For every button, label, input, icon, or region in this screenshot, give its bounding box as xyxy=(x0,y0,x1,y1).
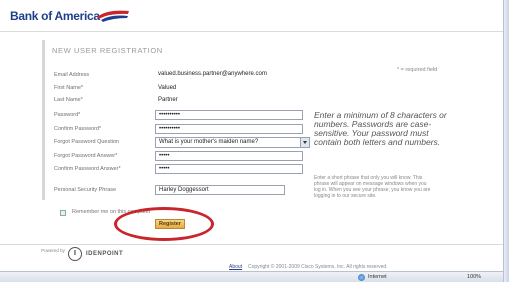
email-label: Email Address xyxy=(54,72,90,78)
password-label: Password* xyxy=(54,112,81,118)
confirm-answer-label: Confirm Password Answer* xyxy=(54,166,121,172)
globe-icon xyxy=(358,274,365,281)
browser-window: Bank of America NEW USER REGISTRATION * … xyxy=(0,0,509,282)
security-phrase-hint: Enter a short phrase that only you will … xyxy=(314,175,431,199)
confirm-answer-field[interactable]: ••••• xyxy=(155,164,303,174)
section-divider xyxy=(42,40,45,200)
footer-divider xyxy=(0,244,503,245)
security-phrase-field[interactable]: Harley Doggessort xyxy=(155,185,285,195)
security-phrase-label: Personal Security Phrase xyxy=(54,187,117,193)
confirm-password-label: Confirm Password* xyxy=(54,126,102,132)
browser-status-bar: Internet 100% xyxy=(0,271,503,282)
bank-of-america-logo[interactable]: Bank of America xyxy=(10,9,100,23)
email-value: valued.business.partner@anywhere.com xyxy=(158,71,267,77)
zoom-level[interactable]: 100% xyxy=(467,274,481,280)
last-name-value: Partner xyxy=(158,97,178,103)
about-link[interactable]: About xyxy=(229,264,242,270)
last-name-label: Last Name* xyxy=(54,97,83,103)
idenpoint-logo-icon: I xyxy=(68,247,82,261)
powered-by-label: Powered by xyxy=(41,248,65,253)
password-hint: Enter a minimum of 8 characters or numbe… xyxy=(314,110,447,147)
forgot-answer-label: Forgot Password Answer* xyxy=(54,153,118,159)
forgot-question-select[interactable]: What is your mother's maiden name? xyxy=(155,137,310,148)
window-scrollbar[interactable] xyxy=(503,0,509,282)
forgot-question-label: Forgot Password Question xyxy=(54,139,120,145)
highlight-circle xyxy=(114,207,214,241)
chevron-down-icon[interactable] xyxy=(300,138,309,147)
forgot-answer-field[interactable]: ••••• xyxy=(155,151,303,161)
copyright-text: Copyright © 2001-2009 Cisco Systems, Inc… xyxy=(248,264,388,270)
password-field[interactable]: •••••••••• xyxy=(155,110,303,120)
security-zone[interactable]: Internet xyxy=(368,274,387,280)
flag-logo-icon xyxy=(97,10,129,22)
page-title: NEW USER REGISTRATION xyxy=(52,46,163,55)
idenpoint-logo-text: IDENPOINT xyxy=(86,251,124,257)
remember-me-checkbox[interactable] xyxy=(60,210,66,216)
required-field-note: * = required field xyxy=(397,67,438,73)
first-name-label: First Name* xyxy=(54,85,84,91)
forgot-question-value: What is your mother's maiden name? xyxy=(159,139,259,145)
first-name-value: Valued xyxy=(158,85,177,91)
site-header: Bank of America xyxy=(0,0,503,32)
confirm-password-field[interactable]: •••••••••• xyxy=(155,124,303,134)
